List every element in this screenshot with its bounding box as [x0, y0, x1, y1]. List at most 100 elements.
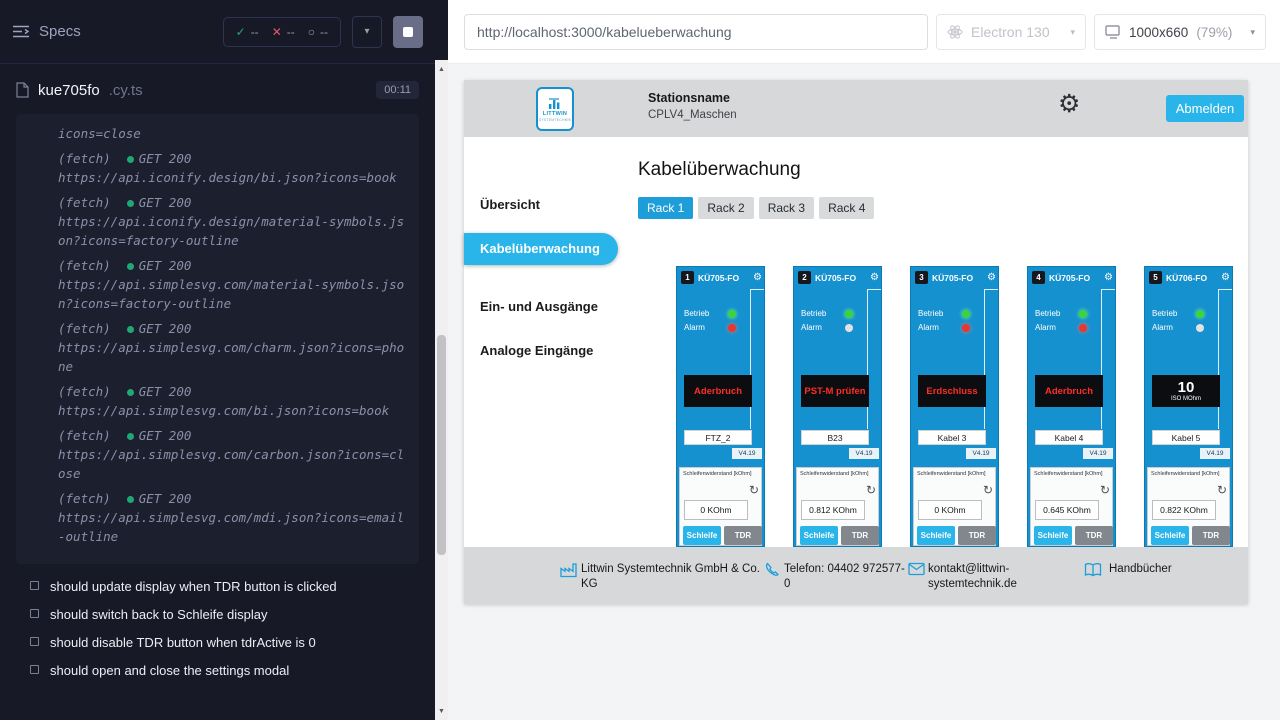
manuals-link[interactable]: Handbücher [1109, 562, 1172, 577]
log-url-overflow: icons=close [58, 124, 407, 143]
schleife-button[interactable]: Schleife [800, 526, 838, 545]
network-log-entry[interactable]: (fetch)GET 200 https://api.simplesvg.com… [58, 489, 407, 546]
stop-run-button[interactable] [393, 16, 423, 48]
sidebar-item-analoge-eingaenge[interactable]: Analoge Eingänge [480, 343, 593, 358]
module-gear-icon[interactable]: ⚙ [1104, 273, 1113, 283]
test-item[interactable]: should update display when TDR button is… [30, 578, 425, 595]
station-name: CPLV4_Maschen [648, 109, 737, 121]
measurement-label: Schleifenwiderstand [kOhm] [1031, 468, 1112, 477]
measurement-value: 0 KOhm [684, 500, 748, 520]
refresh-icon[interactable]: ↻ [749, 484, 759, 496]
scroll-down-arrow[interactable]: ▼ [435, 704, 448, 718]
sidebar-item-kabelueberwachung[interactable]: Kabelüberwachung [464, 233, 618, 265]
module-card-1: 1 KÜ705-FO ⚙ Betrieb Alarm [676, 266, 765, 547]
module-gear-icon[interactable]: ⚙ [753, 273, 762, 283]
log-prefix: (fetch) [58, 151, 111, 166]
refresh-icon[interactable]: ↻ [866, 484, 876, 496]
tab-rack-1[interactable]: Rack 1 [638, 197, 693, 219]
log-prefix: (fetch) [58, 491, 111, 506]
specs-sidebar-toggle[interactable]: Specs [12, 23, 81, 40]
refresh-icon[interactable]: ↻ [1217, 484, 1227, 496]
test-item[interactable]: should open and close the settings modal [30, 662, 425, 679]
measurement-panel: Schleifenwiderstand [kOhm] ↻ 0.812 KOhm … [796, 467, 879, 546]
tab-rack-4[interactable]: Rack 4 [819, 197, 874, 219]
card-divider [751, 289, 764, 290]
viewport-size-select[interactable]: 1000x660 (79%) ▾ [1094, 14, 1266, 50]
measurement-label: Schleifenwiderstand [kOhm] [797, 468, 878, 477]
tab-rack-2[interactable]: Rack 2 [698, 197, 753, 219]
tdr-button[interactable]: TDR [724, 526, 762, 545]
network-log-entry[interactable]: (fetch)GET 200 https://api.simplesvg.com… [58, 426, 407, 483]
refresh-icon[interactable]: ↻ [983, 484, 993, 496]
log-head: (fetch)GET 200 [58, 256, 407, 275]
alarm-led [962, 324, 970, 332]
module-model: KÜ706-FO [1166, 273, 1207, 283]
log-url: https://api.iconify.design/bi.json?icons… [58, 168, 407, 187]
test-item[interactable]: should switch back to Schleife display [30, 606, 425, 623]
module-display: Aderbruch [684, 375, 752, 407]
tdr-button[interactable]: TDR [841, 526, 879, 545]
refresh-icon[interactable]: ↻ [1100, 484, 1110, 496]
url-input[interactable] [464, 14, 928, 50]
browser-select[interactable]: Electron 130 ▾ [936, 14, 1086, 50]
spec-file-icon [16, 82, 29, 98]
measurement-panel: Schleifenwiderstand [kOhm] ↻ 0.822 KOhm … [1147, 467, 1230, 546]
log-url: https://api.simplesvg.com/carbon.json?ic… [58, 445, 407, 483]
test-item[interactable]: should disable TDR button when tdrActive… [30, 634, 425, 651]
browser-name: Electron 130 [971, 24, 1050, 40]
network-log-entry[interactable]: (fetch)GET 200 https://api.simplesvg.com… [58, 382, 407, 420]
collapse-dropdown-button[interactable]: ▾ [352, 16, 382, 48]
module-gear-icon[interactable]: ⚙ [870, 273, 879, 283]
scroll-up-arrow[interactable]: ▲ [435, 62, 448, 76]
card-header: 4 KÜ705-FO ⚙ [1032, 271, 1113, 284]
betrieb-led-row: Betrieb [918, 309, 970, 318]
slot-number: 4 [1032, 271, 1045, 284]
spec-extension: .cy.ts [109, 82, 143, 99]
schleife-button[interactable]: Schleife [683, 526, 721, 545]
tdr-button[interactable]: TDR [958, 526, 996, 545]
spec-timer: 00:11 [376, 81, 419, 99]
phone-number[interactable]: Telefon: 04402 972577-0 [784, 562, 908, 592]
rack-tabs: Rack 1 Rack 2 Rack 3 Rack 4 [638, 197, 874, 219]
network-log-entry[interactable]: (fetch)GET 200 https://api.simplesvg.com… [58, 319, 407, 376]
network-log-entry[interactable]: (fetch)GET 200 https://api.iconify.desig… [58, 193, 407, 250]
betrieb-label: Betrieb [1035, 309, 1060, 318]
logo-subtext: SYSTEMTECHNIK [539, 118, 571, 122]
network-log-entry[interactable]: (fetch)GET 200 https://api.simplesvg.com… [58, 256, 407, 313]
firmware-version: V4.19 [966, 448, 996, 459]
log-url: https://api.simplesvg.com/material-symbo… [58, 275, 407, 313]
alarm-led [1196, 324, 1204, 332]
test-title: should open and close the settings modal [50, 662, 289, 679]
module-gear-icon[interactable]: ⚙ [1221, 273, 1230, 283]
alarm-led-row: Alarm [1152, 323, 1204, 332]
failed-count: -- [287, 25, 295, 39]
card-divider [750, 289, 751, 429]
scrollbar-thumb[interactable] [437, 335, 446, 555]
measurement-label: Schleifenwiderstand [kOhm] [914, 468, 995, 477]
alarm-led [728, 324, 736, 332]
sidebar-item-uebersicht[interactable]: Übersicht [480, 197, 540, 212]
app-sidebar: Übersicht Kabelüberwachung Ein- und Ausg… [464, 137, 630, 547]
log-url: https://api.simplesvg.com/charm.json?ico… [58, 338, 407, 376]
reporter-scrollbar[interactable]: ▲ ▼ [435, 60, 448, 720]
spec-header[interactable]: kue705fo .cy.ts 00:11 [0, 72, 435, 108]
tdr-button[interactable]: TDR [1192, 526, 1230, 545]
cable-name: FTZ_2 [684, 430, 752, 445]
alarm-label: Alarm [1152, 323, 1173, 332]
settings-gear-icon[interactable]: ⚙ [1058, 92, 1080, 117]
email-address[interactable]: kontakt@littwin-systemtechnik.de [928, 562, 1053, 592]
schleife-button[interactable]: Schleife [917, 526, 955, 545]
schleife-button[interactable]: Schleife [1034, 526, 1072, 545]
module-gear-icon[interactable]: ⚙ [987, 273, 996, 283]
logout-button[interactable]: Abmelden [1166, 95, 1244, 122]
tdr-button[interactable]: TDR [1075, 526, 1113, 545]
network-log-entry[interactable]: (fetch)GET 200 https://api.iconify.desig… [58, 149, 407, 187]
tab-rack-3[interactable]: Rack 3 [759, 197, 814, 219]
reporter-toolbar: Specs ✓ -- ✕ -- ○ -- ▾ [0, 0, 435, 64]
schleife-button[interactable]: Schleife [1151, 526, 1189, 545]
spec-name[interactable]: kue705fo [38, 82, 100, 99]
module-card-2: 2 KÜ705-FO ⚙ Betrieb Alarm [793, 266, 882, 547]
sidebar-item-ein-und-ausgaenge[interactable]: Ein- und Ausgänge [480, 299, 598, 314]
measurement-value: 0.822 KOhm [1152, 500, 1216, 520]
card-header: 3 KÜ705-FO ⚙ [915, 271, 996, 284]
